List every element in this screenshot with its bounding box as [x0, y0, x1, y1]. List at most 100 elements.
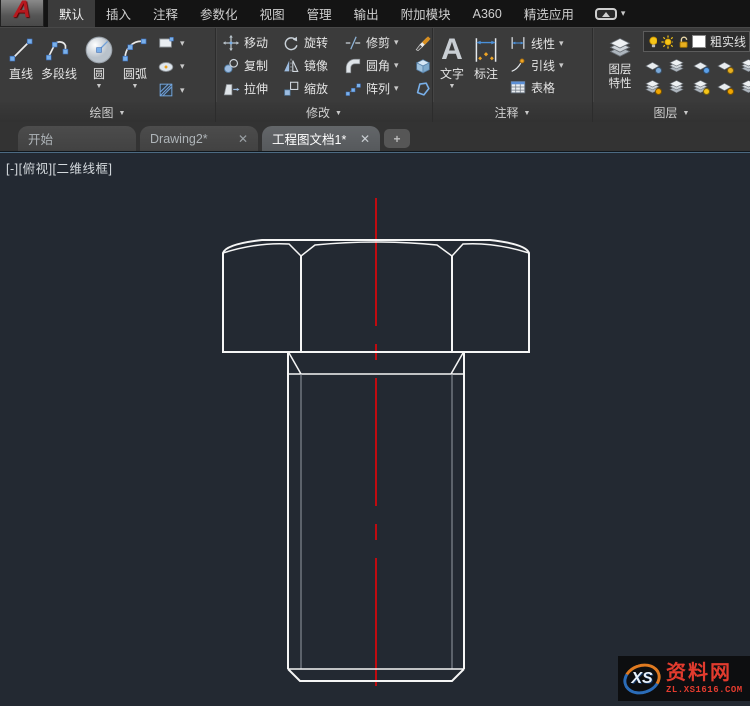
bolt-drawing	[222, 198, 530, 704]
table-button[interactable]: 表格	[509, 77, 564, 97]
current-layer-name: 粗实线	[709, 35, 746, 49]
trim-icon	[344, 34, 362, 52]
arc-button[interactable]: 圆弧	[118, 31, 152, 102]
mirror-button[interactable]: 镜像	[280, 57, 342, 75]
text-icon	[441, 33, 463, 67]
close-icon[interactable]	[360, 132, 370, 146]
chevron-down-icon	[180, 62, 185, 71]
chevron-down-icon	[524, 108, 531, 117]
layer-walk-icon	[669, 58, 684, 72]
file-tab-bar: 开始 Drawing2* 工程图文档1*	[0, 122, 750, 152]
arc-icon	[121, 33, 149, 67]
chevron-down-icon	[180, 86, 185, 95]
layer-change-button[interactable]	[667, 78, 686, 96]
layer-unlock-button[interactable]	[715, 78, 734, 96]
ribbon-tab-insert[interactable]: 插入	[95, 0, 142, 27]
table-icon	[509, 78, 527, 96]
layer-selector-dropdown[interactable]: 粗实线	[643, 31, 750, 52]
chevron-down-icon	[132, 81, 139, 90]
drawing-canvas[interactable]: [-][俯视][二维线框] XS 资料网 ZL.XS1616.COM	[0, 152, 750, 706]
edit-polyline-icon	[414, 80, 432, 98]
layer-thaw-sun-icon	[661, 34, 673, 49]
move-button[interactable]: 移动	[220, 34, 280, 52]
panel-layers: 图层 特性 粗实线 图层 ▼	[593, 28, 750, 122]
stretch-button[interactable]: 拉伸	[220, 80, 280, 98]
rectangle-button[interactable]	[156, 33, 185, 53]
chevron-down-icon	[394, 38, 399, 47]
rotate-icon	[282, 34, 300, 52]
layer-freeze-button[interactable]	[691, 57, 710, 75]
layer-previous-icon	[741, 79, 750, 93]
chevron-down-icon	[559, 39, 564, 48]
chevron-down-icon	[394, 84, 399, 93]
dimension-button[interactable]: 标注	[467, 31, 505, 102]
layer-properties-button[interactable]: 图层 特性	[597, 31, 643, 102]
ribbon-tab-output[interactable]: 输出	[343, 0, 390, 27]
ribbon-tabs: 默认 插入 注释 参数化 视图 管理 输出 附加模块 A360 精选应用	[48, 0, 585, 27]
scale-button[interactable]: 缩放	[280, 80, 342, 98]
line-icon	[7, 33, 35, 67]
rotate-button[interactable]: 旋转	[280, 34, 342, 52]
leader-icon	[509, 56, 527, 74]
text-button[interactable]: 文字	[437, 31, 467, 102]
file-tab-engineering-doc1[interactable]: 工程图文档1*	[262, 126, 380, 151]
ribbon-tab-a360[interactable]: A360	[462, 0, 513, 27]
rectangle-icon	[156, 34, 176, 52]
ribbon-tab-bar: 默认 插入 注释 参数化 视图 管理 输出 附加模块 A360 精选应用	[0, 0, 750, 27]
layer-properties-icon	[607, 33, 633, 63]
autocad-app-button[interactable]	[0, 0, 44, 27]
ribbon-tab-parametric[interactable]: 参数化	[189, 0, 249, 27]
copy-button[interactable]: 复制	[220, 57, 280, 75]
fillet-button[interactable]: 圆角	[342, 57, 412, 75]
new-drawing-button[interactable]	[384, 129, 410, 148]
erase-brush-icon	[414, 34, 432, 52]
ribbon-display-toggle[interactable]	[594, 0, 626, 27]
layer-on-bulb-icon	[649, 36, 658, 48]
layer-lock-button[interactable]	[715, 57, 734, 75]
move-icon	[222, 34, 240, 52]
panel-draw: 直线 多段线 圆 圆弧	[0, 28, 216, 122]
array-icon	[344, 80, 362, 98]
viewport-controls-label[interactable]: [-][俯视][二维线框]	[6, 158, 113, 177]
layer-walk-button[interactable]	[667, 57, 686, 75]
file-tab-drawing2[interactable]: Drawing2*	[140, 126, 258, 151]
layer-match-icon	[741, 58, 750, 72]
trim-button[interactable]: 修剪	[342, 34, 412, 52]
circle-button[interactable]: 圆	[80, 31, 118, 102]
circle-icon	[83, 33, 115, 67]
ribbon-tab-addins[interactable]: 附加模块	[390, 0, 462, 27]
chevron-down-icon	[394, 61, 399, 70]
layer-match-button[interactable]	[739, 57, 750, 75]
layer-isolate-button[interactable]	[643, 57, 662, 75]
layer-thaw-all-button[interactable]	[691, 78, 710, 96]
stretch-icon	[222, 80, 240, 98]
ellipse-button[interactable]	[156, 57, 185, 77]
chevron-down-icon	[683, 108, 690, 117]
ribbon-panel-icon	[594, 7, 617, 20]
ribbon-tab-home[interactable]: 默认	[48, 0, 96, 27]
line-button[interactable]: 直线	[4, 31, 38, 102]
polyline-icon	[45, 33, 73, 67]
layer-unlock-icon	[679, 35, 688, 48]
layer-previous-button[interactable]	[739, 78, 750, 96]
ribbon-tab-manage[interactable]: 管理	[296, 0, 343, 27]
hatch-button[interactable]	[156, 80, 185, 100]
linear-dimension-button[interactable]: 线性	[509, 33, 564, 53]
panel-label-modify[interactable]: 修改	[216, 102, 432, 122]
mirror-icon	[282, 57, 300, 75]
panel-label-annotation[interactable]: 注释	[433, 102, 592, 122]
panel-annotation: 文字 标注 线性 引线 表格	[433, 28, 593, 122]
panel-label-draw[interactable]: 绘图	[0, 102, 215, 122]
ribbon-tab-featured-apps[interactable]: 精选应用	[513, 0, 585, 27]
leader-button[interactable]: 引线	[509, 55, 564, 75]
ellipse-icon	[156, 58, 176, 76]
close-icon[interactable]	[238, 132, 248, 146]
file-tab-start[interactable]: 开始	[18, 126, 136, 151]
array-button[interactable]: 阵列	[342, 80, 412, 98]
ribbon-tab-annotate[interactable]: 注释	[142, 0, 189, 27]
chevron-down-icon	[96, 81, 103, 90]
panel-label-layers[interactable]: 图层	[593, 102, 750, 122]
ribbon-tab-view[interactable]: 视图	[249, 0, 296, 27]
polyline-button[interactable]: 多段线	[38, 31, 80, 102]
layer-on-button[interactable]	[643, 78, 662, 96]
